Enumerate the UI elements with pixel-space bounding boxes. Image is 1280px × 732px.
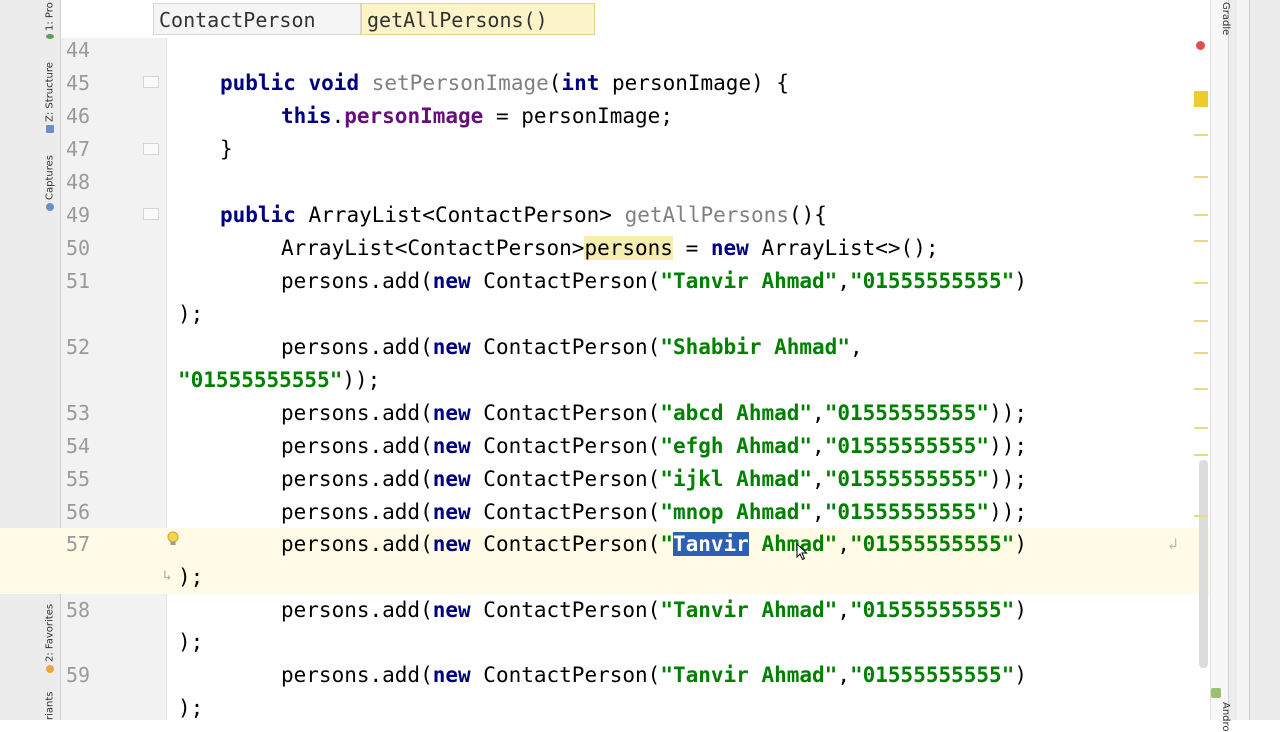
code-line-wrap: ); [178, 696, 204, 720]
right-tool-strip: Gradle Andro [1211, 0, 1280, 732]
scrollbar-thumb[interactable] [1199, 460, 1208, 668]
selected-text: Tanvir [672, 532, 749, 556]
code-line: 50 ArrayList<ContactPerson>persons = new… [66, 236, 939, 260]
current-line: 57 persons.add(new ContactPerson("Tanvir… [0, 528, 1210, 594]
code-line-wrap: ); [178, 302, 204, 326]
wrap-indicator-icon: ↳ [163, 568, 172, 584]
warning-marker[interactable] [1194, 91, 1208, 107]
code-line: 49 public ArrayList<ContactPerson> getAl… [66, 203, 827, 227]
code-line: 53 persons.add(new ContactPerson("abcd A… [66, 401, 1027, 425]
fold-marker[interactable] [143, 208, 159, 220]
fold-marker[interactable] [143, 143, 159, 155]
usage-marker[interactable] [1194, 454, 1208, 456]
code-line: 55 persons.add(new ContactPerson("ijkl A… [66, 467, 1027, 491]
code-line: 51 persons.add(new ContactPerson("Tanvir… [66, 269, 1028, 293]
code-line: 59 persons.add(new ContactPerson("Tanvir… [66, 663, 1028, 687]
usage-marker[interactable] [1194, 352, 1208, 354]
fold-marker[interactable] [143, 76, 159, 88]
usage-marker[interactable] [1194, 388, 1208, 390]
code-line: 52 persons.add(new ContactPerson("Shabbi… [66, 335, 863, 359]
tool-tab-gradle[interactable]: Gradle [1213, 2, 1231, 35]
usage-marker[interactable] [1194, 240, 1208, 242]
tool-tab-android[interactable]: Andro [1213, 702, 1231, 732]
code-line-wrap: ); [178, 630, 204, 654]
code-line-wrap: "01555555555")); [178, 368, 381, 392]
error-indicator-icon[interactable] [1196, 41, 1205, 50]
usage-marker[interactable] [1194, 134, 1208, 136]
code-line: 45 public void setPersonImage(int person… [66, 71, 790, 95]
code-line: 46 this.personImage = personImage; [66, 104, 673, 128]
breadcrumb-method[interactable]: getAllPersons() [361, 3, 595, 35]
android-icon [1211, 688, 1221, 698]
code-line: 48 [66, 170, 91, 194]
usage-marker[interactable] [1194, 282, 1208, 284]
usage-marker[interactable] [1194, 515, 1208, 517]
code-line: 56 persons.add(new ContactPerson("mnop A… [66, 500, 1027, 524]
lightbulb-icon[interactable] [166, 531, 180, 547]
usage-marker[interactable] [1194, 176, 1208, 178]
code-line: 47 } [66, 137, 233, 161]
code-line: 54 persons.add(new ContactPerson("efgh A… [66, 434, 1027, 458]
usage-marker[interactable] [1194, 214, 1208, 216]
code-line: 58 persons.add(new ContactPerson("Tanvir… [66, 598, 1028, 622]
error-stripe[interactable] [1199, 0, 1229, 720]
code-line: 44 [66, 38, 91, 62]
usage-marker[interactable] [1194, 320, 1208, 322]
usage-marker[interactable] [1194, 427, 1208, 429]
soft-wrap-icon: ↲ [1168, 534, 1178, 553]
breadcrumb: ContactPerson getAllPersons() [61, 0, 1210, 38]
mouse-cursor-icon [796, 543, 808, 561]
breadcrumb-class[interactable]: ContactPerson [153, 3, 361, 35]
